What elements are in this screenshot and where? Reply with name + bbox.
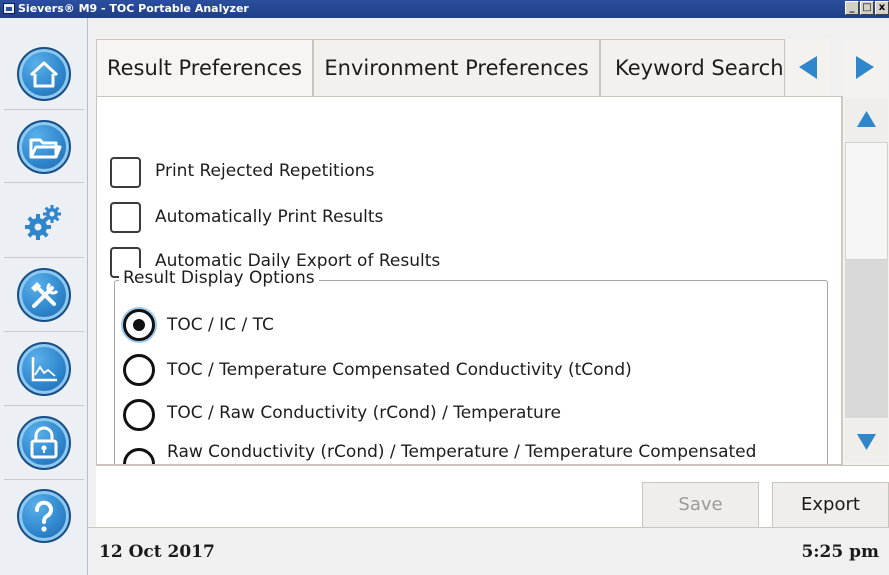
sidebar-item-security[interactable] [17,416,71,470]
chart-icon [31,357,57,382]
radio-toc-ic-tc[interactable] [123,309,155,341]
scroll-up-button[interactable] [845,98,888,142]
triangle-right-icon [856,56,874,79]
radio-label-rcond-temp-comp: Raw Conductivity (rCond) / Temperature /… [167,442,757,462]
tab-keyword-search[interactable]: Keyword Search [600,39,785,96]
sidebar-item-maintenance[interactable] [17,268,71,322]
print-rejected-label: Print Rejected Repetitions [155,161,375,181]
tab-bar: Result Preferences Environment Preferenc… [96,39,889,96]
export-button[interactable]: Export [772,482,889,528]
lock-icon [30,426,58,459]
auto-print-label: Automatically Print Results [155,207,384,227]
radio-toc-tcond[interactable] [123,354,155,386]
maximize-button[interactable]: □ [860,1,874,15]
radio-label-toc-ic-tc: TOC / IC / TC [167,315,274,335]
sidebar [0,18,88,575]
print-rejected-checkbox[interactable] [110,157,141,188]
save-button[interactable]: Save [642,482,759,528]
folder-icon [29,138,62,159]
triangle-down-icon [857,434,876,450]
minimize-button[interactable]: _ [845,1,859,15]
app-window-icon [3,3,15,14]
status-date: 12 Oct 2017 [99,542,215,562]
close-button[interactable]: x [875,1,889,15]
sidebar-item-calibration[interactable] [17,342,71,396]
vertical-scrollbar[interactable] [842,96,889,465]
status-bar: 12 Oct 2017 5:25 pm [88,527,889,575]
sidebar-item-help[interactable] [17,489,71,543]
triangle-up-icon [857,111,876,127]
sidebar-item-data[interactable] [17,120,71,174]
window-title: Sievers® M9 - TOC Portable Analyzer [18,2,249,15]
help-icon [35,500,53,532]
result-preferences-panel: Print Rejected Repetitions Automatically… [96,96,842,465]
action-bar: Save Export [96,465,889,528]
tab-scroll-left-button[interactable] [786,39,830,96]
triangle-left-icon [799,56,817,79]
gears-icon [25,205,61,240]
auto-print-checkbox[interactable] [110,202,141,233]
radio-toc-rcond-temp[interactable] [123,399,155,431]
status-time: 5:25 pm [801,542,879,562]
radio-label-toc-rcond-temp: TOC / Raw Conductivity (rCond) / Tempera… [167,403,561,423]
home-icon [29,61,59,88]
tab-scroll-right-button[interactable] [843,39,887,96]
scroll-down-button[interactable] [845,419,888,463]
radio-label-toc-tcond: TOC / Temperature Compensated Conductivi… [167,360,632,380]
sidebar-item-home[interactable] [17,47,71,101]
tools-icon [31,282,59,308]
title-bar: Sievers® M9 - TOC Portable Analyzer _ □ … [0,0,889,18]
tab-environment-preferences[interactable]: Environment Preferences [313,39,600,96]
sidebar-item-setup[interactable] [17,194,71,248]
window-controls: _ □ x [844,1,889,15]
tab-result-preferences[interactable]: Result Preferences [96,39,313,96]
group-legend: Result Display Options [119,268,319,288]
scroll-thumb[interactable] [845,142,888,260]
